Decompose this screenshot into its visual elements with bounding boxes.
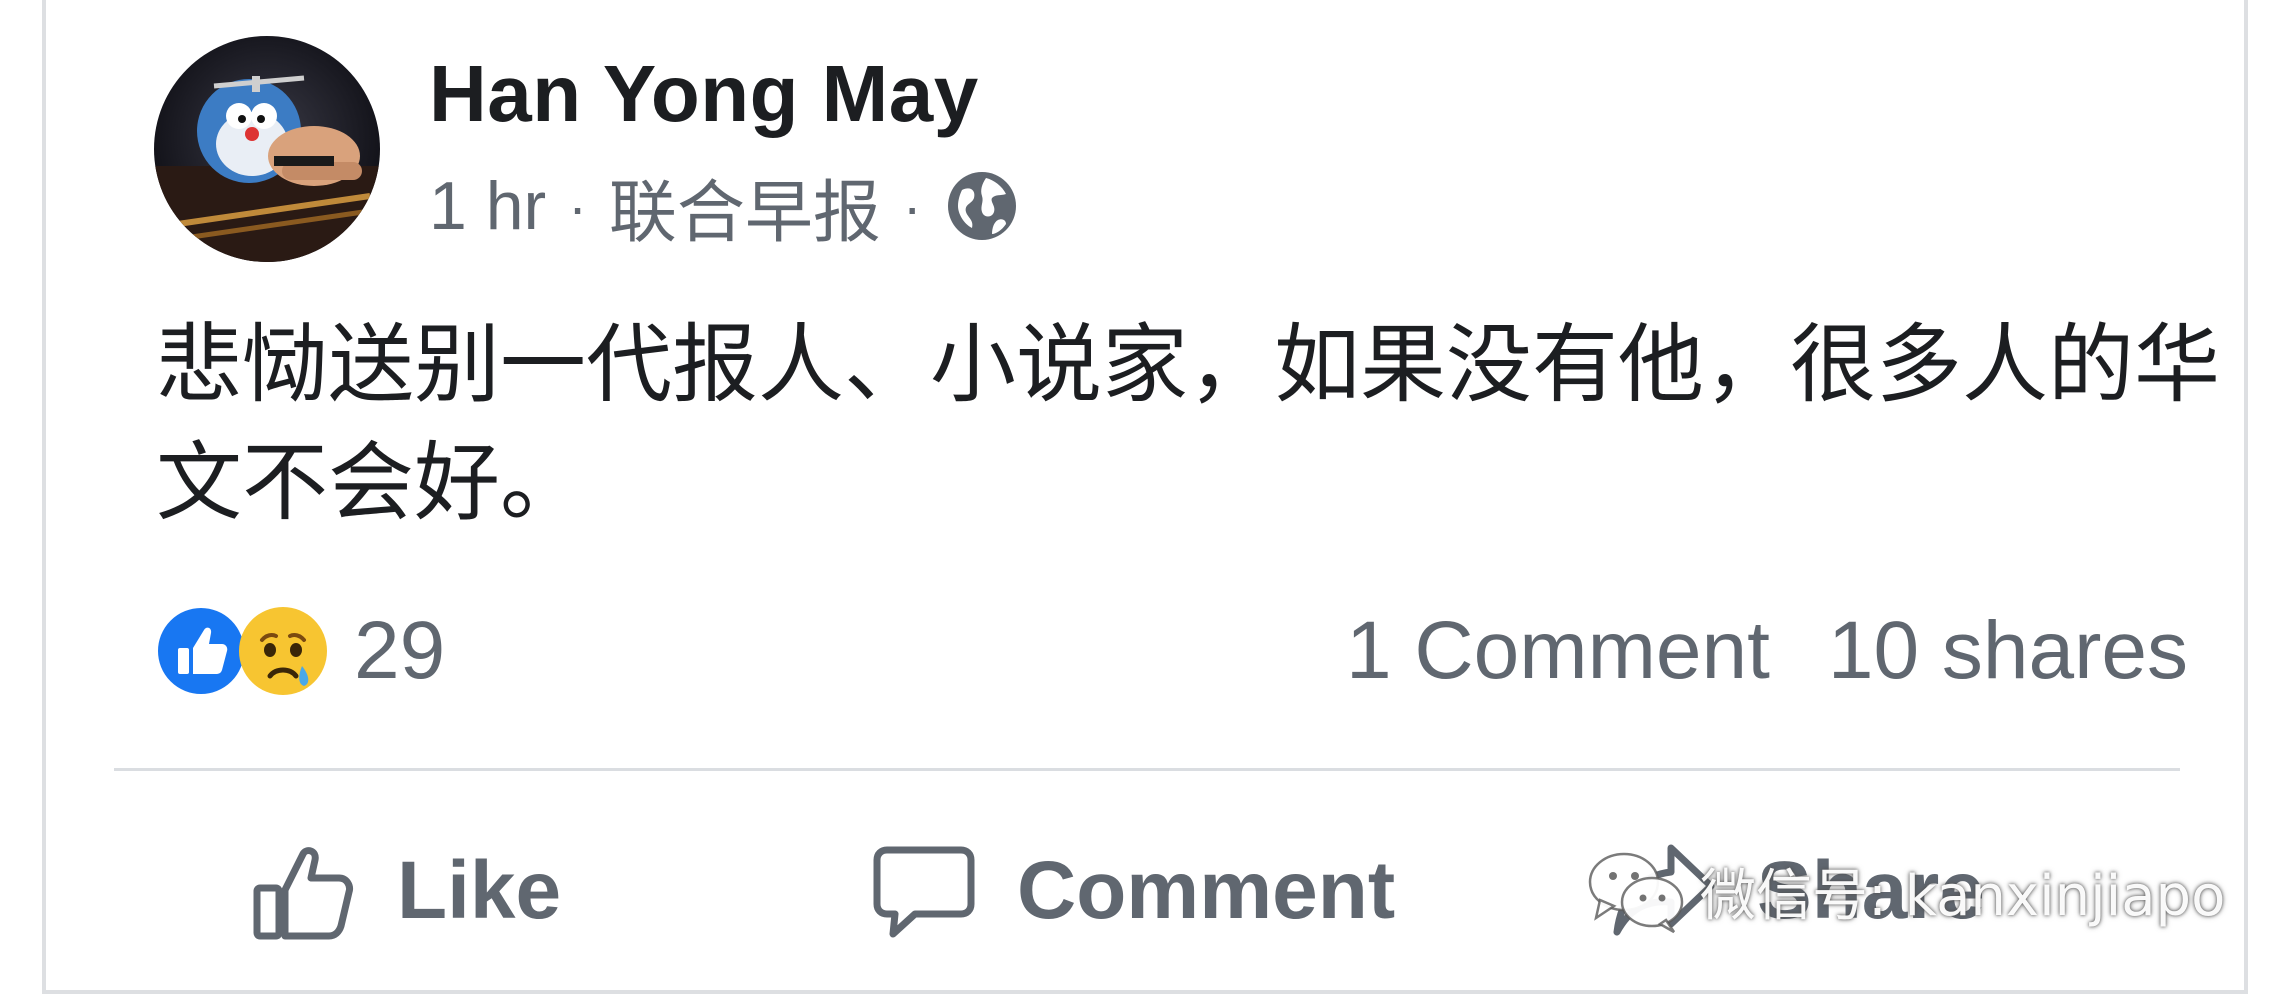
avatar-image bbox=[154, 36, 380, 262]
comment-bubble-icon bbox=[873, 846, 975, 938]
meta-separator: · bbox=[568, 174, 587, 238]
sad-reaction-icon bbox=[236, 604, 330, 698]
like-reaction-icon bbox=[154, 604, 248, 698]
like-button[interactable]: Like bbox=[251, 816, 561, 966]
watermark-text: 微信号: kanxinjiapo bbox=[1700, 863, 2226, 929]
post-text: 悲恸送别一代报人、小说家，如果没有他，很多人的华文不会好。 bbox=[156, 315, 2220, 533]
share-count[interactable]: 10 shares bbox=[1828, 604, 2188, 698]
comment-count[interactable]: 1 Comment bbox=[1346, 604, 1770, 698]
comment-label: Comment bbox=[1017, 845, 1396, 936]
post-stats: 1 Comment 10 shares bbox=[1346, 601, 2188, 701]
watermark: 微信号: kanxinjiapo bbox=[1586, 841, 2225, 941]
wechat-icon bbox=[1588, 852, 1684, 934]
thumbs-up-icon bbox=[253, 847, 353, 940]
post-source[interactable]: 联合早报 bbox=[609, 157, 881, 256]
comment-button[interactable]: Comment bbox=[871, 816, 1395, 966]
post-card: Han Yong May 1 hr · 联合早报 · 悲恸送别一代报人、小说家，… bbox=[42, 0, 2248, 994]
author-name[interactable]: Han Yong May bbox=[429, 48, 979, 140]
meta-separator: · bbox=[902, 174, 922, 238]
post-meta: 1 hr · 联合早报 · bbox=[429, 164, 1020, 251]
reactions-summary[interactable]: 29 bbox=[154, 601, 445, 701]
reaction-count: 29 bbox=[354, 605, 446, 696]
globe-icon[interactable] bbox=[944, 168, 1020, 244]
divider bbox=[114, 768, 2180, 771]
like-label: Like bbox=[397, 845, 562, 936]
avatar[interactable] bbox=[154, 36, 380, 262]
post-time[interactable]: 1 hr bbox=[429, 167, 546, 245]
